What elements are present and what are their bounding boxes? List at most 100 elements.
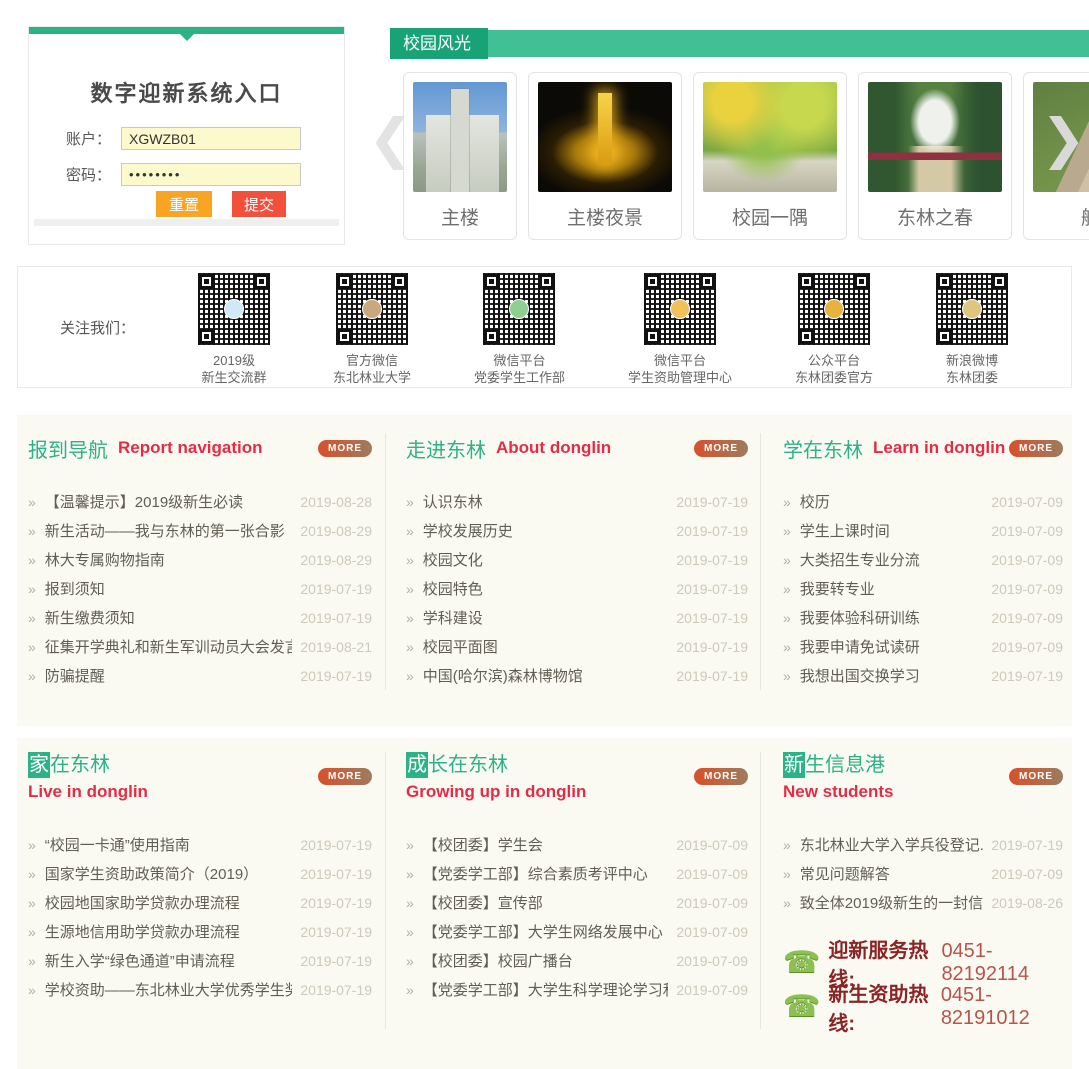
news-title: 【党委学工部】大学生科学理论学习和... (423, 979, 669, 1000)
login-title: 数字迎新系统入口 (29, 76, 344, 108)
news-list-item[interactable]: » 校历 2019-07-09 (783, 487, 1063, 516)
news-title: 新生缴费须知 (45, 607, 293, 628)
news-list-item[interactable]: » 认识东林 2019-07-19 (406, 487, 748, 516)
news-date: 2019-07-19 (991, 837, 1063, 853)
double-arrow-icon: » (406, 866, 414, 882)
double-arrow-icon: » (28, 668, 36, 684)
qr-caption-line1: 微信平台 (474, 352, 565, 369)
news-title: 校历 (800, 491, 984, 512)
account-input[interactable] (121, 127, 301, 150)
carousel-card-main-building-night[interactable]: 主楼夜景 (528, 72, 682, 240)
submit-button[interactable]: 提交 (232, 191, 286, 217)
news-list-item[interactable]: » 【温馨提示】2019级新生必读 2019-08-28 (28, 487, 372, 516)
news-list-item[interactable]: » 大类招生专业分流 2019-07-09 (783, 545, 1063, 574)
password-input[interactable] (121, 163, 301, 186)
more-button[interactable]: MORE (1009, 440, 1063, 457)
carousel-cards: 主楼 主楼夜景 校园一隅 东林之春 航拍 (390, 72, 1089, 244)
news-title: 认识东林 (423, 491, 669, 512)
news-list: » “校园一卡通”使用指南 2019-07-19 » 国家学生资助政策简介（20… (28, 830, 372, 1004)
news-date: 2019-07-19 (300, 924, 372, 940)
news-list-item[interactable]: » 【党委学工部】大学生网络发展中心 2019-07-09 (406, 917, 748, 946)
carousel-prev-button[interactable]: ❮ (368, 112, 413, 166)
news-list-item[interactable]: » 校园特色 2019-07-19 (406, 574, 748, 603)
news-list-item[interactable]: » 新生活动——我与东林的第一张合影 2019-08-29 (28, 516, 372, 545)
column-live-in-donglin: 家在东林 Live in donglin MORE » “校园一卡通”使用指南 … (17, 752, 385, 1029)
news-list-item[interactable]: » 【党委学工部】综合素质考评中心 2019-07-09 (406, 859, 748, 888)
phone-icon: ☎ (783, 992, 820, 1022)
news-list-item[interactable]: » 报到须知 2019-07-19 (28, 574, 372, 603)
news-date: 2019-07-09 (991, 494, 1063, 510)
news-list-item[interactable]: » 生源地信用助学贷款办理流程 2019-07-19 (28, 917, 372, 946)
news-date: 2019-07-19 (676, 668, 748, 684)
news-list-item[interactable]: » 征集开学典礼和新生军训动员大会发言... 2019-08-21 (28, 632, 372, 661)
news-list-item[interactable]: » 学校资助——东北林业大学优秀学生奖... 2019-07-19 (28, 975, 372, 1004)
news-list-item[interactable]: » 【校团委】校园广播台 2019-07-09 (406, 946, 748, 975)
news-title: 我要转专业 (800, 578, 984, 599)
carousel-header-bar: 校园风光 (390, 30, 1089, 57)
news-list-item[interactable]: » 林大专属购物指南 2019-08-29 (28, 545, 372, 574)
news-date: 2019-08-21 (300, 639, 372, 655)
hotline-number: 0451-82192114 (941, 940, 1063, 986)
qr-caption-line1: 微信平台 (628, 352, 732, 369)
news-list-item[interactable]: » 学科建设 2019-07-19 (406, 603, 748, 632)
double-arrow-icon: » (783, 610, 791, 626)
more-button[interactable]: MORE (318, 440, 372, 457)
photo-main-building-night (538, 82, 672, 192)
news-list-item[interactable]: » “校园一卡通”使用指南 2019-07-19 (28, 830, 372, 859)
news-list-item[interactable]: » 东北林业大学入学兵役登记... 2019-07-19 (783, 830, 1063, 859)
news-title: 报到须知 (45, 578, 293, 599)
more-button[interactable]: MORE (694, 768, 748, 785)
news-date: 2019-08-28 (300, 494, 372, 510)
hotline-number: 0451-82191012 (941, 984, 1063, 1030)
news-list-item[interactable]: » 校园地国家助学贷款办理流程 2019-07-19 (28, 888, 372, 917)
double-arrow-icon: » (406, 581, 414, 597)
news-date: 2019-08-29 (300, 523, 372, 539)
news-list-item[interactable]: » 我要体验科研训练 2019-07-09 (783, 603, 1063, 632)
more-button[interactable]: MORE (318, 768, 372, 785)
news-list-item[interactable]: » 我要申请免试读研 2019-07-09 (783, 632, 1063, 661)
carousel-card-campus-corner[interactable]: 校园一隅 (693, 72, 847, 240)
double-arrow-icon: » (28, 866, 36, 882)
title-highlight-char: 成 (406, 752, 428, 778)
double-arrow-icon: » (406, 523, 414, 539)
news-title: 我要申请免试读研 (800, 636, 984, 657)
news-list-item[interactable]: » 【校团委】宣传部 2019-07-09 (406, 888, 748, 917)
news-title: 校园平面图 (423, 636, 669, 657)
more-button[interactable]: MORE (694, 440, 748, 457)
news-title: 我要体验科研训练 (800, 607, 984, 628)
news-list-item[interactable]: » 学校发展历史 2019-07-19 (406, 516, 748, 545)
news-date: 2019-07-19 (676, 610, 748, 626)
news-list-item[interactable]: » 致全体2019级新生的一封信 2019-08-26 (783, 888, 1063, 917)
news-list: » 【温馨提示】2019级新生必读 2019-08-28 » 新生活动——我与东… (28, 487, 372, 690)
news-list-item[interactable]: » 【校团委】学生会 2019-07-09 (406, 830, 748, 859)
news-list-item[interactable]: » 防骗提醒 2019-07-19 (28, 661, 372, 690)
news-list-item[interactable]: » 中国(哈尔滨)森林博物馆 2019-07-19 (406, 661, 748, 690)
aid-hotline: ☎ 新生资助热线: 0451-82191012 (783, 985, 1063, 1029)
follow-us-box: 关注我们： 2019级新生交流群 官方微信东北林业大学 微信平台党委学生工作部 … (17, 266, 1072, 388)
news-list-item[interactable]: » 校园文化 2019-07-19 (406, 545, 748, 574)
carousel-next-button[interactable]: ❯ (1041, 112, 1086, 166)
column-header: 走进东林 About donglin MORE (406, 433, 748, 463)
news-list-item[interactable]: » 新生入学“绿色通道”申请流程 2019-07-19 (28, 946, 372, 975)
news-list-item[interactable]: » 校园平面图 2019-07-19 (406, 632, 748, 661)
news-list: » 校历 2019-07-09 » 学生上课时间 2019-07-09 » 大类… (783, 487, 1063, 690)
double-arrow-icon: » (783, 837, 791, 853)
news-date: 2019-07-19 (676, 552, 748, 568)
news-list-item[interactable]: » 我要转专业 2019-07-09 (783, 574, 1063, 603)
news-list-item[interactable]: » 我想出国交换学习 2019-07-19 (783, 661, 1063, 690)
news-list-item[interactable]: » 【党委学工部】大学生科学理论学习和... 2019-07-09 (406, 975, 748, 1004)
more-button[interactable]: MORE (1009, 768, 1063, 785)
news-date: 2019-07-19 (300, 668, 372, 684)
news-title: 防骗提醒 (45, 665, 293, 686)
carousel-card-main-building[interactable]: 主楼 (403, 72, 517, 240)
reset-button[interactable]: 重置 (156, 191, 212, 217)
news-list-item[interactable]: » 学生上课时间 2019-07-09 (783, 516, 1063, 545)
top-area: 数字迎新系统入口 账户： 密码： 重置 提交 校园风光 主楼 主楼夜景 校园一隅 (0, 0, 1089, 266)
card-caption: 校园一隅 (703, 203, 837, 230)
news-date: 2019-07-19 (991, 668, 1063, 684)
hotlines: ☎ 迎新服务热线: 0451-82192114 ☎ 新生资助热线: 0451-8… (783, 941, 1063, 1029)
news-list-item[interactable]: » 国家学生资助政策简介（2019） 2019-07-19 (28, 859, 372, 888)
news-list-item[interactable]: » 常见问题解答 2019-07-09 (783, 859, 1063, 888)
carousel-card-spring[interactable]: 东林之春 (858, 72, 1012, 240)
news-list-item[interactable]: » 新生缴费须知 2019-07-19 (28, 603, 372, 632)
